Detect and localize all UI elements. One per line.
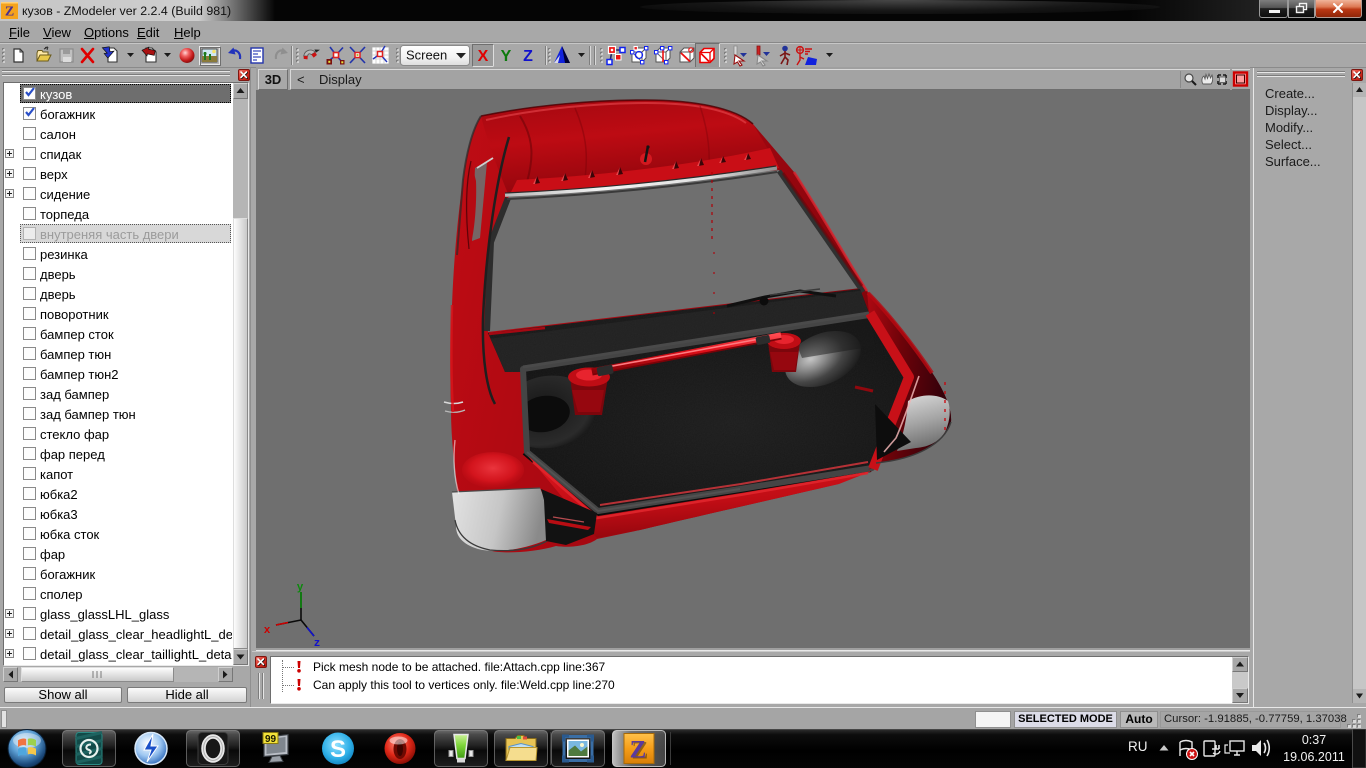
svg-text:Z: Z xyxy=(5,5,14,20)
svg-text:Z: Z xyxy=(630,737,647,764)
svg-text:x: x xyxy=(264,625,271,637)
svg-text:z: z xyxy=(314,638,321,648)
svg-text:y: y xyxy=(297,582,304,594)
svg-text:X: X xyxy=(478,48,489,65)
svg-text:Y: Y xyxy=(501,48,512,65)
svg-text:Screen: Screen xyxy=(406,48,447,63)
svg-text:S: S xyxy=(330,736,346,763)
svg-text:Z: Z xyxy=(523,48,533,65)
svg-text:99: 99 xyxy=(265,734,277,745)
